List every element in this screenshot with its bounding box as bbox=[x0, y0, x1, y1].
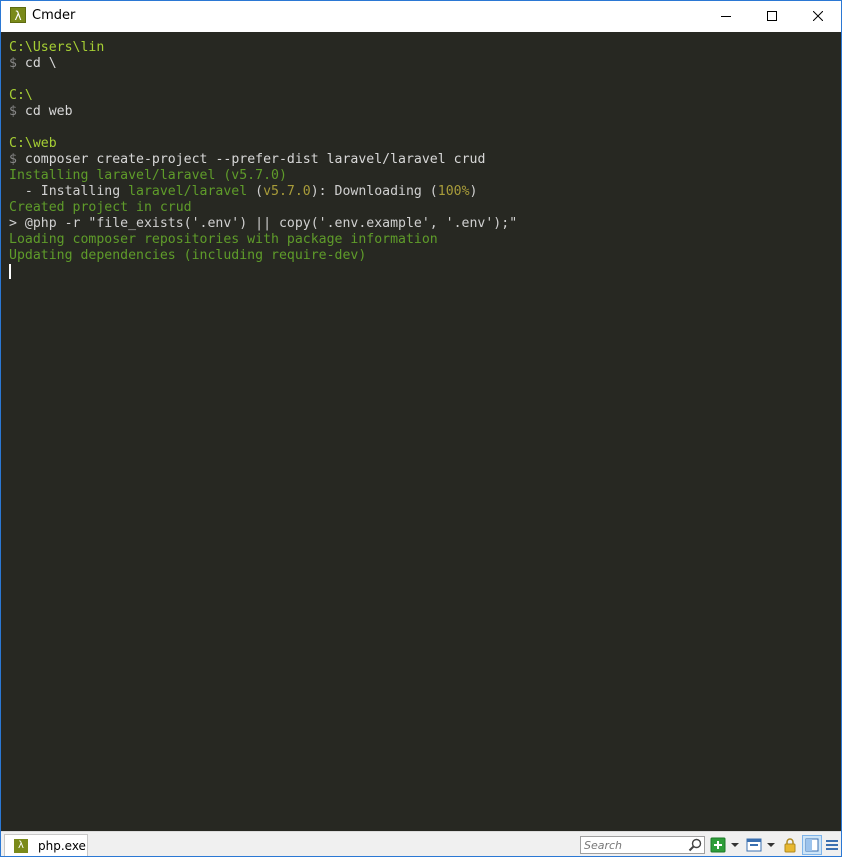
terminal-line: Created project in crud bbox=[9, 200, 841, 216]
terminal-line: Installing laravel/laravel (v5.7.0) bbox=[9, 168, 841, 184]
title-bar[interactable]: λ Cmder bbox=[1, 1, 841, 31]
terminal-text: Updating dependencies (including require… bbox=[9, 248, 367, 263]
window-title: Cmder bbox=[32, 8, 76, 23]
console-window-icon[interactable] bbox=[746, 837, 762, 853]
terminal-line: $ composer create-project --prefer-dist … bbox=[9, 152, 841, 168]
terminal-text: ): Downloading ( bbox=[310, 184, 438, 199]
terminal-text: $ bbox=[9, 104, 25, 119]
cmder-window: λ Cmder C:\Users\lin $ cd \ C:\ $ cd web C:\… bbox=[0, 0, 842, 857]
terminal-text: > @php -r "file_exists('.env') || copy('… bbox=[9, 216, 518, 231]
terminal-line: C:\ bbox=[9, 88, 841, 104]
terminal-text: C:\ bbox=[9, 88, 33, 103]
terminal-text: - Installing bbox=[9, 184, 129, 199]
maximize-icon bbox=[767, 11, 777, 21]
terminal-text: ( bbox=[247, 184, 264, 199]
terminal-text: composer create-project --prefer-dist la… bbox=[24, 152, 486, 167]
terminal-line: $ cd \ bbox=[9, 56, 841, 72]
terminal-line: - Installing laravel/laravel (v5.7.0): D… bbox=[9, 184, 841, 200]
search-input[interactable] bbox=[581, 837, 684, 853]
close-button[interactable] bbox=[795, 1, 841, 31]
terminal-text: Installing laravel/laravel (v5.7.0) bbox=[9, 168, 287, 183]
search-icon[interactable] bbox=[688, 838, 702, 852]
plus-icon[interactable] bbox=[710, 837, 726, 853]
minimize-icon bbox=[721, 16, 731, 17]
text-cursor bbox=[9, 264, 11, 279]
terminal-text: Loading composer repositories with packa… bbox=[9, 232, 438, 247]
terminal-line: $ cd web bbox=[9, 104, 841, 120]
maximize-button[interactable] bbox=[749, 1, 795, 31]
terminal-text: cd web bbox=[24, 104, 73, 119]
terminal-line bbox=[9, 264, 841, 280]
split-view-icon[interactable] bbox=[802, 835, 822, 855]
terminal-text: cd \ bbox=[24, 56, 57, 71]
terminal-line: > @php -r "file_exists('.env') || copy('… bbox=[9, 216, 841, 232]
terminal-text: 100% bbox=[437, 184, 470, 199]
minimize-button[interactable] bbox=[703, 1, 749, 31]
hamburger-menu-icon[interactable] bbox=[824, 837, 840, 853]
terminal-line: C:\Users\lin bbox=[9, 40, 841, 56]
terminal-text: C:\Users\lin bbox=[9, 40, 105, 55]
lock-icon[interactable] bbox=[782, 837, 798, 853]
chevron-down-icon[interactable] bbox=[766, 837, 776, 853]
cmder-lambda-icon[interactable]: λ bbox=[10, 7, 26, 23]
terminal-text: v5.7.0 bbox=[263, 184, 311, 199]
terminal-text: Created project in crud bbox=[9, 200, 192, 215]
search-box[interactable] bbox=[580, 836, 705, 854]
tab-label: php.exe bbox=[38, 838, 86, 853]
terminal-line: Updating dependencies (including require… bbox=[9, 248, 841, 264]
console-tab-icon: λ bbox=[14, 838, 28, 853]
terminal-text: C:\web bbox=[9, 136, 57, 151]
terminal-text: ) bbox=[469, 184, 478, 199]
terminal-text: $ bbox=[9, 152, 25, 167]
tab-php-exe[interactable]: λ php.exe bbox=[4, 834, 88, 856]
status-bar: λ php.exe bbox=[1, 831, 841, 856]
close-icon bbox=[813, 11, 823, 21]
terminal-line: Loading composer repositories with packa… bbox=[9, 232, 841, 248]
terminal-text: $ bbox=[9, 56, 25, 71]
terminal-text: laravel/laravel bbox=[128, 184, 248, 199]
terminal-line: C:\web bbox=[9, 136, 841, 152]
chevron-down-icon[interactable] bbox=[730, 837, 740, 853]
terminal-output[interactable]: C:\Users\lin $ cd \ C:\ $ cd web C:\web $ com… bbox=[1, 32, 841, 831]
